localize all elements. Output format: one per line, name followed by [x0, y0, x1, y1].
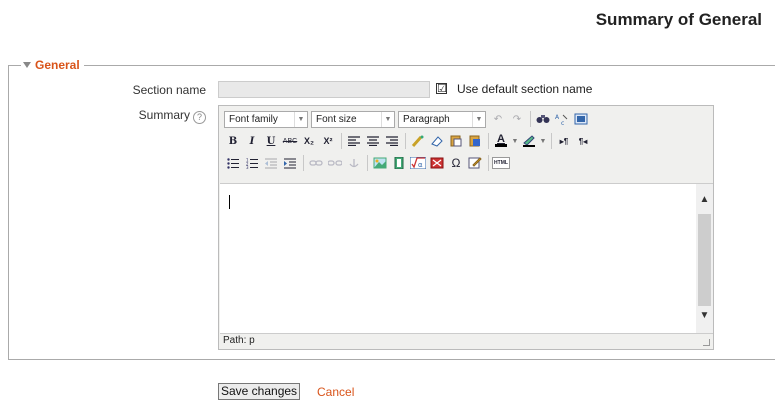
replace-icon[interactable]: Ac	[553, 110, 571, 128]
toolbar-separator	[405, 133, 406, 149]
editor-scrollbar[interactable]: ▲ ▼	[696, 184, 713, 333]
chevron-down-icon: ▼	[472, 111, 485, 127]
toolbar-separator	[488, 155, 489, 171]
html-source-button[interactable]: HTML	[492, 157, 510, 169]
toolbar-separator	[367, 155, 368, 171]
use-default-checkbox[interactable]: ☑	[436, 83, 447, 94]
italic-button[interactable]: I	[243, 132, 261, 150]
chevron-down-icon: ▼	[381, 111, 394, 127]
toolbar-separator	[488, 133, 489, 149]
scroll-down-icon[interactable]: ▼	[696, 310, 713, 321]
toolbar-row-2: B I U ABC X₂ X² A ▼ ▼ ▸¶ ¶◂	[224, 131, 593, 151]
summary-label: Summary	[138, 108, 190, 122]
outdent-icon[interactable]	[262, 154, 280, 172]
resize-grip-icon[interactable]	[703, 339, 710, 346]
summary-label-wrap: Summary?	[139, 108, 206, 124]
bullet-list-icon[interactable]	[224, 154, 242, 172]
find-icon[interactable]	[534, 110, 552, 128]
chevron-down-icon[interactable]: ▼	[539, 132, 547, 150]
text-color-icon[interactable]: A	[492, 132, 510, 150]
cancel-link[interactable]: Cancel	[317, 385, 354, 399]
toolbar-row-1: Font family ▼ Font size ▼ Paragraph ▼ ↶ ↷ A…	[224, 109, 591, 129]
bold-button[interactable]: B	[224, 132, 242, 150]
superscript-button[interactable]: X²	[319, 132, 337, 150]
svg-text:c: c	[561, 120, 564, 125]
highlight-color-icon[interactable]	[520, 132, 538, 150]
collapse-triangle-icon	[23, 62, 31, 68]
font-family-value: Font family	[229, 113, 278, 125]
rich-text-editor: Font family ▼ Font size ▼ Paragraph ▼ ↶ ↷ A…	[218, 105, 714, 350]
use-default-label: Use default section name	[457, 82, 593, 96]
svg-text:3: 3	[246, 165, 249, 169]
section-name-label: Section name	[132, 83, 206, 97]
indent-icon[interactable]	[281, 154, 299, 172]
image-icon[interactable]	[371, 154, 389, 172]
font-size-value: Font size	[316, 113, 357, 125]
unlink-icon[interactable]	[326, 154, 344, 172]
svg-text:α: α	[418, 161, 423, 169]
eraser-icon[interactable]	[428, 132, 446, 150]
underline-button[interactable]: U	[262, 132, 280, 150]
toolbar-separator	[303, 155, 304, 171]
spellcheck-icon[interactable]	[428, 154, 446, 172]
editor-content-area[interactable]: ▲ ▼	[220, 183, 713, 334]
edit-page-icon[interactable]	[466, 154, 484, 172]
svg-text:A: A	[555, 114, 560, 121]
format-select[interactable]: Paragraph ▼	[398, 110, 486, 128]
help-icon[interactable]: ?	[193, 111, 206, 124]
chevron-down-icon: ▼	[294, 111, 307, 127]
chevron-down-icon[interactable]: ▼	[511, 132, 519, 150]
anchor-icon[interactable]	[345, 154, 363, 172]
scrollbar-thumb[interactable]	[698, 214, 711, 306]
align-left-icon[interactable]	[345, 132, 363, 150]
link-icon[interactable]	[307, 154, 325, 172]
save-changes-button[interactable]: Save changes	[218, 383, 301, 400]
editor-path: Path: p	[223, 335, 255, 346]
font-family-select[interactable]: Font family ▼	[224, 110, 308, 128]
align-right-icon[interactable]	[383, 132, 401, 150]
text-caret	[229, 195, 230, 209]
equation-icon[interactable]: α	[409, 154, 427, 172]
align-center-icon[interactable]	[364, 132, 382, 150]
section-name-input[interactable]	[218, 81, 430, 98]
toolbar-separator	[530, 111, 531, 127]
redo-icon[interactable]: ↷	[508, 110, 526, 128]
toolbar-row-3: 123 α Ω HTML	[224, 153, 511, 173]
cleanup-icon[interactable]	[409, 132, 427, 150]
font-size-select[interactable]: Font size ▼	[311, 110, 395, 128]
fullscreen-icon[interactable]	[572, 110, 590, 128]
paste-word-icon[interactable]	[466, 132, 484, 150]
page-title: Summary of General	[595, 10, 762, 29]
undo-icon[interactable]: ↶	[489, 110, 507, 128]
scroll-up-icon[interactable]: ▲	[696, 194, 713, 205]
toolbar-separator	[341, 133, 342, 149]
media-icon[interactable]	[390, 154, 408, 172]
toolbar-separator	[551, 133, 552, 149]
rtl-icon[interactable]: ¶◂	[574, 132, 592, 150]
subscript-button[interactable]: X₂	[300, 132, 318, 150]
paste-text-icon[interactable]	[447, 132, 465, 150]
numbered-list-icon[interactable]: 123	[243, 154, 261, 172]
legend-label: General	[35, 58, 80, 72]
special-char-icon[interactable]: Ω	[447, 154, 465, 172]
fieldset-legend-toggle[interactable]: General	[21, 58, 84, 72]
ltr-icon[interactable]: ▸¶	[555, 132, 573, 150]
format-value: Paragraph	[403, 113, 450, 125]
strikethrough-button[interactable]: ABC	[281, 132, 299, 150]
